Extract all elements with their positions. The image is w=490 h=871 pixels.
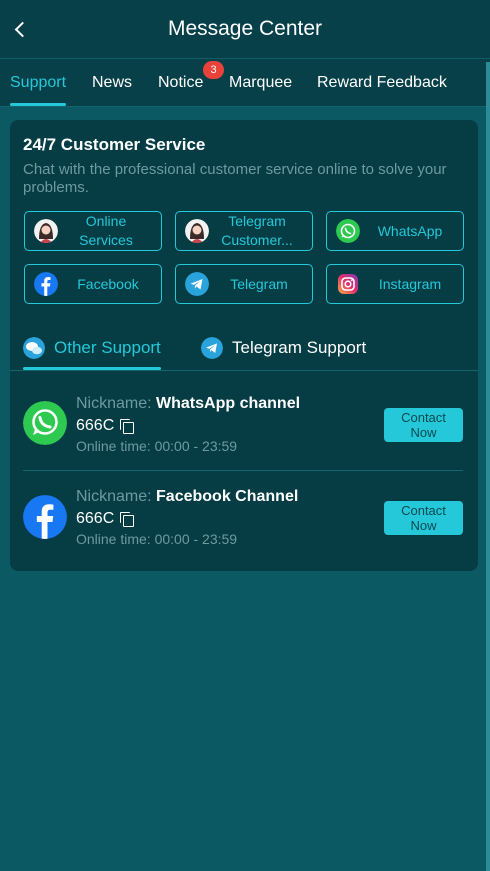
facebook-button[interactable]: Facebook [24,264,162,304]
contact-item: Nickname: Facebook Channel 666C Online t… [10,471,478,563]
page-title: Message Center [167,17,323,40]
contact-online-time: Online time: 00:00 - 23:59 [76,531,238,547]
telegram-icon [201,337,223,359]
tab-marquee[interactable]: Marquee [229,74,292,92]
online-services-button[interactable]: Online Services [24,211,162,251]
facebook-icon [23,495,67,539]
contact-now-button[interactable]: Contact Now [384,408,463,442]
telegram-customer-service-label: Telegram Customer... [221,213,293,248]
instagram-label: Instagram [378,275,442,292]
chevron-left-icon [14,21,30,37]
whatsapp-icon [23,401,67,445]
back-button[interactable] [8,15,30,43]
facebook-icon [34,272,58,296]
instagram-button[interactable]: Instagram [326,264,464,304]
whatsapp-button[interactable]: WhatsApp [326,211,464,251]
subtab-telegram-support-label: Telegram Support [232,338,367,357]
telegram-icon [185,272,209,296]
telegram-button[interactable]: Telegram [175,264,313,304]
subtab-other-support[interactable]: Other Support [23,337,161,359]
copy-icon[interactable] [120,419,135,434]
instagram-icon [338,274,358,294]
customer-service-description: Chat with the professional customer serv… [23,161,447,196]
agent-avatar-icon [34,219,58,243]
customer-service-card: 24/7 Customer Service Chat with the prof… [10,120,478,571]
contact-nickname: Nickname: WhatsApp channel [76,395,301,412]
tab-bar: Support News Notice 3 Marquee Reward Fee… [0,58,490,107]
customer-service-title: 24/7 Customer Service [23,135,206,154]
whatsapp-label: WhatsApp [377,222,443,239]
chat-bubbles-icon [23,337,45,359]
header: Message Center [0,0,490,58]
contact-account: 666C [76,417,135,435]
notice-badge: 3 [203,61,224,79]
tab-support[interactable]: Support [10,74,66,92]
contact-account: 666C [76,510,135,528]
active-tab-indicator [10,103,66,106]
tab-notice[interactable]: Notice [158,74,203,92]
contact-online-time: Online time: 00:00 - 23:59 [76,438,238,454]
subtab-telegram-support[interactable]: Telegram Support [201,337,366,359]
tab-news[interactable]: News [92,74,132,92]
agent-avatar-icon [185,219,209,243]
subtab-other-support-label: Other Support [54,338,161,357]
contact-item: Nickname: WhatsApp channel 666C Online t… [10,378,478,470]
whatsapp-icon [336,219,360,243]
tab-reward-feedback[interactable]: Reward Feedback [317,74,447,92]
contact-nickname: Nickname: Facebook Channel [76,488,299,505]
subtab-divider [10,370,478,371]
scrollbar[interactable] [486,62,490,871]
facebook-label: Facebook [77,275,139,292]
telegram-customer-service-button[interactable]: Telegram Customer... [175,211,313,251]
telegram-label: Telegram [230,275,288,292]
copy-icon[interactable] [120,512,135,527]
contact-now-button[interactable]: Contact Now [384,501,463,535]
online-services-label: Online Services [79,213,133,248]
